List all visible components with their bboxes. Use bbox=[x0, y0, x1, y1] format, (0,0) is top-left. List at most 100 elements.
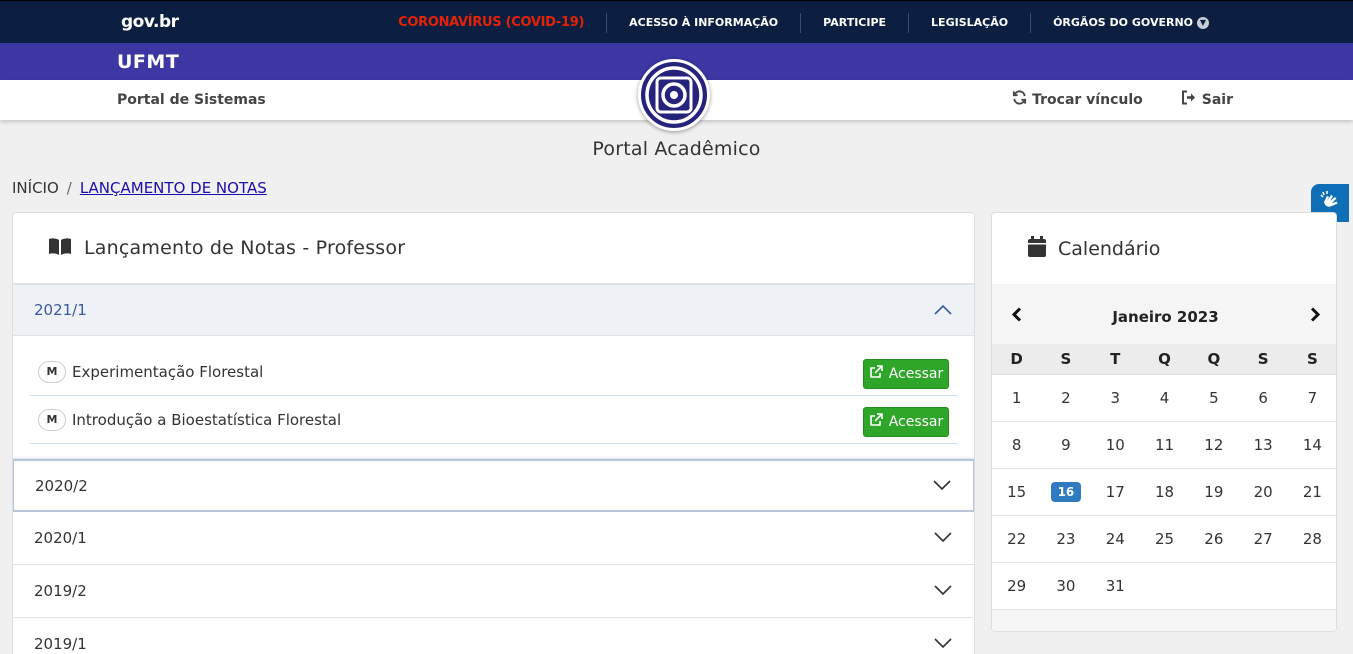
calendar-day-number: 9 bbox=[1061, 436, 1071, 454]
card-title: Lançamento de Notas - Professor bbox=[84, 237, 406, 259]
calendar-body: Janeiro 2023 D S T Q Q S S 1 2 3 4 5 6 7 8 9 10 11… bbox=[992, 284, 1336, 631]
calendar-day-today[interactable]: 16 bbox=[1041, 482, 1090, 502]
calendar-day[interactable]: 26 bbox=[1189, 530, 1238, 548]
calendar-day-number: 30 bbox=[1056, 577, 1076, 595]
calendar-day[interactable]: 27 bbox=[1238, 530, 1287, 548]
breadcrumb-home[interactable]: INÍCIO bbox=[12, 179, 59, 197]
sign-out-icon bbox=[1181, 90, 1197, 109]
calendar-day[interactable]: 23 bbox=[1041, 530, 1090, 548]
weekday-label: T bbox=[1110, 350, 1121, 368]
calendar-day[interactable]: 14 bbox=[1288, 436, 1336, 454]
calendar-day[interactable]: 25 bbox=[1140, 530, 1189, 548]
ufmt-title[interactable]: UFMT bbox=[117, 51, 179, 73]
calendar-day[interactable]: 6 bbox=[1238, 389, 1287, 407]
calendar-day-number: 21 bbox=[1302, 483, 1322, 501]
breadcrumb: INÍCIO / LANÇAMENTO DE NOTAS bbox=[12, 179, 267, 197]
period-label: 2021/1 bbox=[34, 301, 87, 319]
period-label: 2019/2 bbox=[34, 582, 87, 600]
calendar-week: 8 9 10 11 12 13 14 bbox=[992, 422, 1336, 469]
acessar-button[interactable]: Acessar bbox=[863, 358, 949, 389]
calendar-day[interactable]: 4 bbox=[1140, 389, 1189, 407]
calendar-day-number: 25 bbox=[1154, 530, 1175, 548]
gov-top-bar: gov.br CORONAVÍRUS (COVID-19) ACESSO À I… bbox=[0, 0, 1353, 43]
course-info: M Introdução a Bioestatística Florestal bbox=[38, 408, 341, 431]
chevron-down-icon: ▼ bbox=[1197, 16, 1209, 29]
calendar-day[interactable]: 3 bbox=[1091, 389, 1140, 407]
calendar-day[interactable]: 12 bbox=[1189, 436, 1238, 454]
calendar-card: Calendário Janeiro 2023 D S T Q Q S S 12… bbox=[991, 212, 1337, 632]
weekday-label: S bbox=[1307, 350, 1318, 368]
calendar-week: 29 30 31 bbox=[992, 563, 1336, 610]
period-2019-2-header[interactable]: 2019/2 bbox=[13, 565, 974, 618]
chevron-left-icon[interactable] bbox=[1009, 306, 1023, 322]
calendar-day[interactable]: 30 bbox=[1041, 577, 1090, 595]
calendar-day[interactable]: 8 bbox=[992, 436, 1041, 454]
chevron-down-icon bbox=[934, 582, 952, 600]
calendar-day-number: 15 bbox=[1007, 483, 1027, 501]
calendar-day[interactable]: 29 bbox=[992, 577, 1041, 595]
calendar-day-number: 31 bbox=[1105, 577, 1125, 595]
calendar-day[interactable]: 15 bbox=[992, 483, 1041, 501]
calendar-day[interactable]: 21 bbox=[1288, 483, 1336, 501]
ufmt-emblem-logo[interactable] bbox=[638, 59, 710, 131]
gov-link-orgaos-governo[interactable]: ÓRGÃOS DO GOVERNO ▼ bbox=[1030, 12, 1231, 33]
chevron-down-icon bbox=[934, 635, 952, 653]
calendar-day[interactable]: 5 bbox=[1189, 389, 1238, 407]
calendar-day-number: 27 bbox=[1253, 530, 1273, 548]
sair-button[interactable]: Sair bbox=[1181, 90, 1233, 109]
portal-sistemas-link[interactable]: Portal de Sistemas bbox=[117, 92, 266, 108]
calendar-day[interactable]: 10 bbox=[1091, 436, 1140, 454]
breadcrumb-current[interactable]: LANÇAMENTO DE NOTAS bbox=[80, 179, 267, 197]
calendar-day-number: 24 bbox=[1105, 530, 1125, 548]
calendar-day[interactable]: 18 bbox=[1140, 483, 1189, 501]
calendar-day[interactable]: 20 bbox=[1238, 483, 1287, 501]
chevron-right-icon[interactable] bbox=[1308, 306, 1322, 322]
calendar-day[interactable]: 1 bbox=[992, 389, 1041, 407]
calendar-day[interactable]: 2 bbox=[1041, 389, 1090, 407]
gov-link-legislacao[interactable]: LEGISLAÇÃO bbox=[908, 12, 1030, 33]
govbr-logo[interactable]: gov.br bbox=[121, 12, 179, 32]
calendar-day[interactable]: 9 bbox=[1041, 436, 1090, 454]
weekday-label: S bbox=[1060, 350, 1072, 368]
calendar-day[interactable]: 13 bbox=[1238, 436, 1287, 454]
calendar-day-number: 7 bbox=[1307, 389, 1318, 407]
weekday-label: Q bbox=[1158, 350, 1171, 368]
course-row: M Introdução a Bioestatística Florestal … bbox=[30, 396, 957, 444]
calendar-day-number: 8 bbox=[1011, 436, 1022, 454]
calendar-day[interactable]: 17 bbox=[1091, 483, 1140, 501]
gov-link-participe[interactable]: PARTICIPE bbox=[800, 12, 908, 33]
calendar-day-number: 5 bbox=[1209, 389, 1219, 407]
period-2020-2-header[interactable]: 2020/2 bbox=[13, 459, 974, 512]
calendar-day-number: 3 bbox=[1110, 389, 1121, 407]
calendar-day[interactable]: 19 bbox=[1189, 483, 1238, 501]
gov-links: CORONAVÍRUS (COVID-19) ACESSO À INFORMAÇ… bbox=[398, 1, 1231, 44]
period-2019-1-header[interactable]: 2019/1 bbox=[13, 618, 974, 654]
calendar-day-number: 1 bbox=[1011, 389, 1022, 407]
acessar-button[interactable]: Acessar bbox=[863, 406, 949, 437]
calendar-day[interactable]: 7 bbox=[1288, 389, 1336, 407]
weekday-label: S bbox=[1257, 350, 1269, 368]
calendar-month: Janeiro 2023 bbox=[1112, 308, 1219, 326]
acessar-label: Acessar bbox=[888, 365, 944, 382]
calendar-day[interactable]: 28 bbox=[1288, 530, 1336, 548]
period-2021-1-header[interactable]: 2021/1 bbox=[13, 284, 974, 336]
external-link-icon bbox=[869, 364, 883, 383]
gov-link-coronavirus[interactable]: CORONAVÍRUS (COVID-19) bbox=[398, 13, 606, 33]
calendar-day[interactable]: 22 bbox=[992, 530, 1041, 548]
calendar-day-number: 10 bbox=[1105, 436, 1125, 454]
trocar-vinculo-label: Trocar vínculo bbox=[1032, 91, 1143, 108]
calendar-day[interactable]: 24 bbox=[1091, 530, 1140, 548]
period-2021-1-body: M Experimentação Florestal Acessar M Int… bbox=[13, 336, 974, 444]
gov-link-acesso-informacao[interactable]: ACESSO À INFORMAÇÃO bbox=[606, 12, 800, 33]
calendar-day[interactable]: 31 bbox=[1091, 577, 1140, 595]
calendar-day[interactable]: 11 bbox=[1140, 436, 1189, 454]
calendar-day-number: 12 bbox=[1204, 436, 1224, 454]
calendar-day-number: 11 bbox=[1154, 436, 1175, 454]
calendar-day-number: 26 bbox=[1204, 530, 1224, 548]
calendar-day-number: 14 bbox=[1302, 436, 1322, 454]
card-header: Lançamento de Notas - Professor bbox=[13, 213, 974, 284]
period-2020-1-header[interactable]: 2020/1 bbox=[13, 512, 974, 565]
calendar-week: 1 2 3 4 5 6 7 bbox=[992, 375, 1336, 422]
trocar-vinculo-button[interactable]: Trocar vínculo bbox=[1012, 90, 1143, 109]
sair-label: Sair bbox=[1201, 91, 1233, 108]
